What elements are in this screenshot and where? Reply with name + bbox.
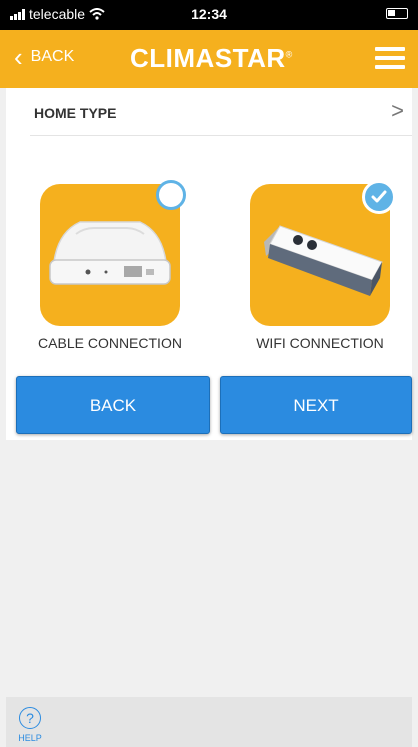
- checkmark-icon: [371, 190, 387, 203]
- content-card: HOME TYPE > CABLE CONNECTION WIFI CONNEC…: [6, 88, 412, 440]
- chevron-right-icon: >: [391, 98, 404, 123]
- brand-registered-mark: ®: [285, 49, 293, 60]
- brand-name: CLIMASTAR: [130, 43, 286, 73]
- cable-connection-option[interactable]: [40, 180, 186, 326]
- cable-connection-label: CABLE CONNECTION: [38, 335, 182, 351]
- brand-logo: CLIMASTAR®: [130, 43, 293, 74]
- cable-device-icon: [49, 221, 171, 285]
- status-bar: telecable 12:34: [0, 0, 418, 30]
- wifi-radio-checked[interactable]: [362, 180, 396, 214]
- status-time: 12:34: [191, 6, 227, 22]
- header-back-label: BACK: [30, 48, 75, 65]
- help-label: HELP: [18, 733, 42, 743]
- next-button[interactable]: NEXT: [220, 376, 412, 434]
- app-header: ‹ BACK CLIMASTAR®: [0, 30, 418, 88]
- help-icon: ?: [19, 707, 41, 729]
- footer-bar: ? HELP: [6, 697, 412, 747]
- help-button[interactable]: ? HELP: [10, 707, 50, 743]
- back-button[interactable]: BACK: [16, 376, 210, 434]
- home-type-label: HOME TYPE: [34, 105, 117, 121]
- chevron-left-icon: ‹: [14, 42, 23, 72]
- wifi-connection-option[interactable]: [250, 180, 396, 326]
- wifi-connection-label: WIFI CONNECTION: [256, 335, 384, 351]
- cable-radio[interactable]: [156, 180, 186, 210]
- battery-icon: [386, 8, 408, 19]
- home-type-row[interactable]: HOME TYPE >: [30, 88, 412, 136]
- hamburger-menu-icon[interactable]: [375, 47, 405, 69]
- header-back-button[interactable]: ‹ BACK: [14, 42, 75, 72]
